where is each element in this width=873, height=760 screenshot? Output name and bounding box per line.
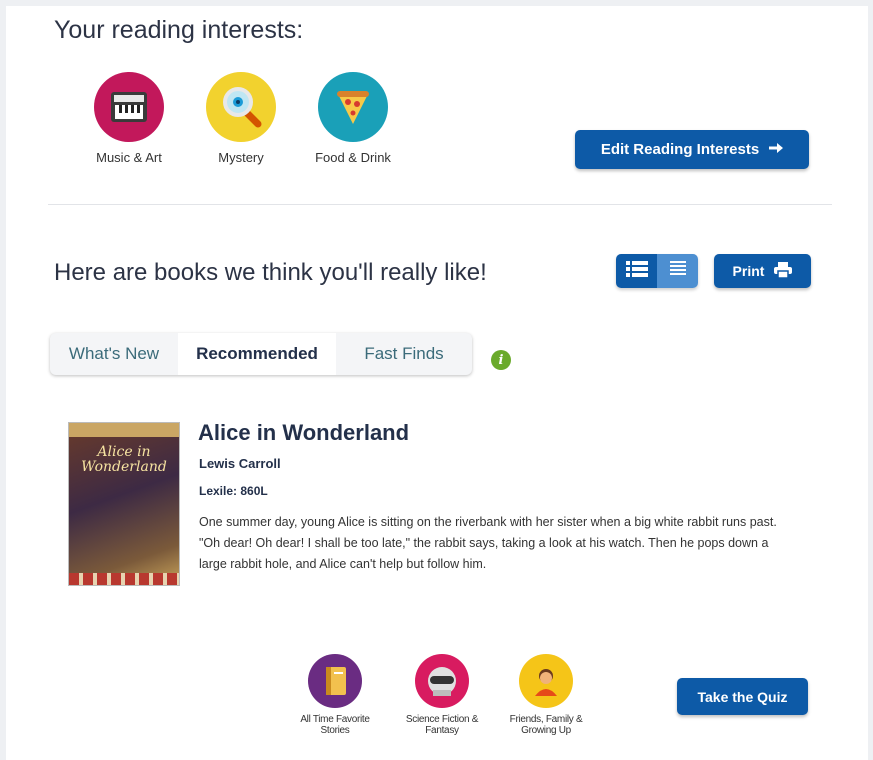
book-cover[interactable]: Alice in Wonderland (68, 422, 180, 586)
tab-recommended[interactable]: Recommended (178, 333, 336, 375)
list-view-button[interactable] (616, 254, 657, 288)
edit-reading-interests-button[interactable]: Edit Reading Interests (575, 130, 809, 169)
book-description: One summer day, young Alice is sitting o… (199, 515, 777, 571)
interest-mystery: Mystery (186, 72, 296, 165)
genre-all-time-favorites[interactable]: All Time Favorite Stories (289, 654, 381, 736)
lines-icon (669, 260, 686, 283)
recommendations-heading: Here are books we think you'll really li… (54, 259, 487, 286)
print-label: Print (732, 263, 765, 279)
genre-friends-family[interactable]: Friends, Family & Growing Up (500, 654, 592, 736)
cover-series-band (69, 423, 179, 437)
tab-bar: What's New Recommended Fast Finds (50, 333, 472, 375)
book-lexile: Lexile: 860L (199, 484, 268, 498)
compact-view-button[interactable] (657, 254, 698, 288)
tab-whats-new[interactable]: What's New (50, 333, 178, 375)
interest-label: Music & Art (96, 150, 162, 165)
cover-bottom-band (69, 573, 179, 585)
interest-music-art: Music & Art (74, 72, 184, 165)
magnifier-icon (206, 72, 276, 142)
genre-label: Friends, Family & Growing Up (509, 714, 583, 736)
piano-icon (94, 72, 164, 142)
info-icon[interactable]: i (491, 350, 511, 370)
book-author: Lewis Carroll (199, 456, 281, 471)
genre-label: All Time Favorite Stories (300, 714, 370, 736)
book-icon (308, 654, 362, 708)
tab-fast-finds[interactable]: Fast Finds (336, 333, 472, 375)
arrow-right-icon (769, 141, 784, 158)
reading-interests-heading: Your reading interests: (54, 16, 304, 44)
take-quiz-button[interactable]: Take the Quiz (677, 678, 808, 715)
section-divider (48, 204, 832, 205)
print-button[interactable]: Print (714, 254, 811, 288)
page: Your reading interests: Music & Art Myst… (6, 6, 868, 760)
interest-label: Mystery (218, 150, 264, 165)
interest-food-drink: Food & Drink (298, 72, 408, 165)
genre-label: Science Fiction & Fantasy (405, 714, 479, 736)
cover-title: Alice in Wonderland (81, 444, 167, 475)
view-toggle (616, 254, 698, 288)
edit-button-label: Edit Reading Interests (600, 141, 760, 158)
book-title[interactable]: Alice in Wonderland (198, 420, 409, 446)
printer-icon (774, 261, 793, 281)
interest-label: Food & Drink (315, 150, 391, 165)
robot-icon (415, 654, 469, 708)
person-icon (519, 654, 573, 708)
genre-science-fiction[interactable]: Science Fiction & Fantasy (396, 654, 488, 736)
pizza-icon (318, 72, 388, 142)
list-icon (625, 260, 648, 283)
